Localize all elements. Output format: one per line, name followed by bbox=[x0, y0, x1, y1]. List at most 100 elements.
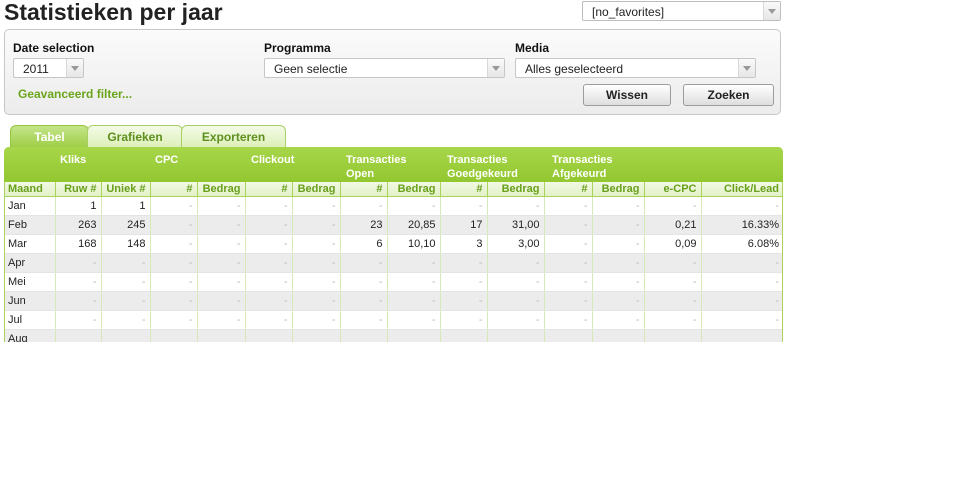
col-header[interactable]: Click/Lead bbox=[700, 182, 783, 197]
grid-border-right bbox=[782, 182, 783, 342]
col-header[interactable]: e-CPC bbox=[643, 182, 701, 197]
advanced-filter-link[interactable]: Geavanceerd filter... bbox=[18, 87, 132, 101]
table-cell: - bbox=[643, 253, 701, 273]
table-cell: - bbox=[543, 253, 592, 273]
table-cell: - bbox=[149, 291, 197, 311]
chevron-down-icon[interactable] bbox=[738, 59, 755, 77]
filter-panel: Date selection 2011 Programma Geen selec… bbox=[4, 29, 781, 115]
table-cell: - bbox=[643, 291, 701, 311]
col-header[interactable]: Bedrag bbox=[291, 182, 340, 197]
search-button[interactable]: Zoeken bbox=[683, 84, 774, 106]
col-header[interactable]: # bbox=[543, 182, 592, 197]
table-cell: - bbox=[196, 291, 245, 311]
col-header[interactable]: Ruw # bbox=[54, 182, 101, 197]
chevron-down-icon[interactable] bbox=[763, 2, 780, 20]
table-cell: - bbox=[291, 272, 340, 292]
table-cell: Jul bbox=[4, 310, 55, 330]
table-row[interactable]: Feb 263 245- - - -23 20,85 17 31,00- -0,21 16.33% bbox=[4, 215, 783, 235]
table-cell bbox=[386, 329, 440, 342]
tab-exporteren[interactable]: Exporteren bbox=[181, 125, 286, 148]
table-cell: - bbox=[149, 310, 197, 330]
table-cell: 10,10 bbox=[386, 234, 440, 254]
table-row[interactable]: Jan 1 1- - - - - - - - - - - - bbox=[4, 196, 783, 216]
table-cell: - bbox=[244, 196, 292, 216]
col-header[interactable]: Bedrag bbox=[591, 182, 644, 197]
table-cell: - bbox=[700, 253, 783, 273]
programma-select[interactable]: Geen selectie bbox=[264, 58, 505, 78]
table-cell bbox=[244, 329, 292, 342]
table-cell: - bbox=[386, 291, 440, 311]
programma-label: Programma bbox=[264, 41, 331, 55]
tab-tabel[interactable]: Tabel bbox=[10, 125, 89, 148]
table-cell: - bbox=[543, 215, 592, 235]
chevron-down-icon[interactable] bbox=[487, 59, 504, 77]
column-header-row: Maand Ruw # Uniek # # Bedrag # Bedrag # … bbox=[4, 182, 783, 197]
table-cell: - bbox=[339, 253, 387, 273]
table-cell: Jun bbox=[4, 291, 55, 311]
table-row[interactable]: Apr - - - - - - - - - - - - - - bbox=[4, 253, 783, 273]
table-cell: - bbox=[643, 272, 701, 292]
col-header[interactable]: # bbox=[339, 182, 387, 197]
table-row[interactable]: Aug bbox=[4, 329, 783, 342]
table-cell: - bbox=[196, 234, 245, 254]
table-cell: - bbox=[700, 196, 783, 216]
chevron-down-icon[interactable] bbox=[66, 59, 83, 77]
table-cell: 245 bbox=[100, 215, 150, 235]
table-cell bbox=[196, 329, 245, 342]
table-cell bbox=[486, 329, 544, 342]
table-cell: - bbox=[486, 291, 544, 311]
table-cell: - bbox=[54, 253, 101, 273]
col-header[interactable]: Bedrag bbox=[386, 182, 440, 197]
table-cell: Jan bbox=[4, 196, 55, 216]
tab-grafieken[interactable]: Grafieken bbox=[87, 125, 183, 148]
table-cell: - bbox=[439, 272, 487, 292]
date-select[interactable]: 2011 bbox=[13, 58, 84, 78]
table-cell: - bbox=[643, 310, 701, 330]
col-header[interactable]: # bbox=[149, 182, 197, 197]
table-row[interactable]: Mei - - - - - - - - - - - - - - bbox=[4, 272, 783, 292]
table-cell: - bbox=[439, 310, 487, 330]
col-header[interactable]: Uniek # bbox=[100, 182, 150, 197]
table-cell: - bbox=[439, 253, 487, 273]
table-cell: Feb bbox=[4, 215, 55, 235]
table-cell: - bbox=[244, 291, 292, 311]
col-header[interactable]: Bedrag bbox=[196, 182, 245, 197]
table-cell: - bbox=[339, 310, 387, 330]
group-header-kliks: Kliks bbox=[60, 154, 87, 166]
favorites-select[interactable]: [no_favorites] bbox=[582, 1, 781, 21]
table-cell: - bbox=[100, 253, 150, 273]
table-cell: - bbox=[196, 196, 245, 216]
table-cell bbox=[291, 329, 340, 342]
table-row[interactable]: Jul - - - - - - - - - - - - - - bbox=[4, 310, 783, 330]
table-row[interactable]: Jun - - - - - - - - - - - - - - bbox=[4, 291, 783, 311]
col-header[interactable]: Bedrag bbox=[486, 182, 544, 197]
table-cell: 20,85 bbox=[386, 215, 440, 235]
table-cell: - bbox=[244, 272, 292, 292]
group-header-transacties-afgekeurd: Transacties Afgekeurd bbox=[552, 154, 613, 180]
table-cell: - bbox=[149, 215, 197, 235]
table-cell: - bbox=[543, 291, 592, 311]
table-cell: - bbox=[543, 196, 592, 216]
table-cell: - bbox=[196, 272, 245, 292]
table-cell: - bbox=[591, 196, 644, 216]
table-cell: 168 bbox=[54, 234, 101, 254]
stats-table: Maand Ruw # Uniek # # Bedrag # Bedrag # … bbox=[4, 182, 783, 342]
table-cell: - bbox=[591, 291, 644, 311]
table-cell: - bbox=[700, 272, 783, 292]
clear-button[interactable]: Wissen bbox=[583, 84, 671, 106]
table-cell: - bbox=[244, 215, 292, 235]
table-row[interactable]: Mar 168 148- - - -6 10,10 3 3,00- -0,09 6.08% bbox=[4, 234, 783, 254]
table-cell: - bbox=[591, 272, 644, 292]
group-header-clickout: Clickout bbox=[251, 154, 295, 166]
media-select[interactable]: Alles geselecteerd bbox=[515, 58, 756, 78]
table-cell: - bbox=[591, 310, 644, 330]
table-cell bbox=[543, 329, 592, 342]
table-cell: - bbox=[244, 310, 292, 330]
col-header[interactable]: # bbox=[244, 182, 292, 197]
col-header[interactable]: Maand bbox=[4, 182, 55, 197]
table-cell: - bbox=[543, 234, 592, 254]
table-cell: - bbox=[244, 234, 292, 254]
table-body: Jan 1 1- - - - - - - - - - - - Feb 263 245- - - -23 20,85 17 3… bbox=[4, 196, 783, 342]
col-header[interactable]: # bbox=[439, 182, 487, 197]
table-cell: - bbox=[386, 196, 440, 216]
